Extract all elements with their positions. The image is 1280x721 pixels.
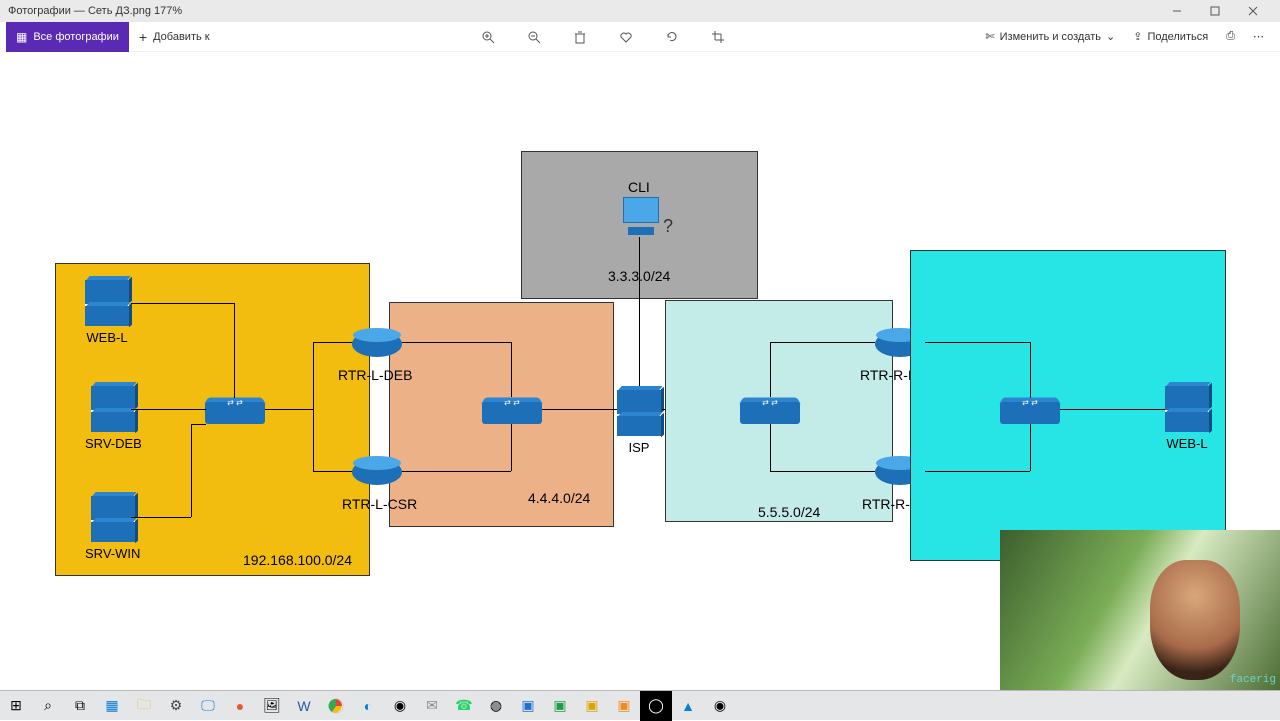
taskbar-edge-icon[interactable]: ◐ <box>352 691 384 721</box>
node-rtr-l-deb <box>352 327 402 357</box>
taskbar: ⊞ ⌕ ⧉ ▦ 🗀 ⚙ 🖵 ● 🖼 W ◐ ◉ ✉ ☎ ◍ ▣ ▣ ▣ ▣ ◯ … <box>0 690 1280 720</box>
crop-button[interactable] <box>709 28 727 46</box>
switch-left: ⇄ ⇄ <box>205 396 265 424</box>
zoom-out-button[interactable] <box>525 28 543 46</box>
add-to-label: Добавить к <box>153 31 209 43</box>
node-isp: ISP <box>617 386 661 455</box>
taskbar-app-icon[interactable]: ▣ <box>512 691 544 721</box>
taskbar-app-icon[interactable]: ▦ <box>96 691 128 721</box>
taskbar-obs-icon[interactable]: ◉ <box>704 691 736 721</box>
webcam-watermark: facerig <box>1230 674 1276 686</box>
print-button[interactable]: ⎙ <box>1226 30 1235 43</box>
taskbar-app-icon[interactable]: ✉ <box>416 691 448 721</box>
edit-create-label: Изменить и создать <box>1000 31 1101 43</box>
favorite-button[interactable] <box>617 28 635 46</box>
taskbar-app-icon[interactable]: 🖵 <box>192 691 224 721</box>
more-button[interactable]: ⋯ <box>1253 30 1264 43</box>
share-label: Поделиться <box>1147 31 1208 43</box>
taskbar-app-icon[interactable]: ▣ <box>544 691 576 721</box>
edit-create-button[interactable]: ✄ Изменить и создать ⌄ <box>985 30 1115 43</box>
window-minimize-button[interactable] <box>1158 0 1196 22</box>
switch-mid-left: ⇄ ⇄ <box>482 396 542 424</box>
taskbar-taskview-button[interactable]: ⧉ <box>64 691 96 721</box>
share-icon: ⇪ <box>1133 30 1142 43</box>
app-toolbar: ▦ Все фотографии + Добавить к ✄ Изменить… <box>0 22 1280 52</box>
node-cli-pc: ? <box>617 197 665 237</box>
window-maximize-button[interactable] <box>1196 0 1234 22</box>
node-srv-deb: SRV-DEB <box>85 382 142 451</box>
taskbar-explorer-icon[interactable]: 🗀 <box>128 691 160 721</box>
switch-mid-right: ⇄ ⇄ <box>740 396 800 424</box>
edit-icon: ✄ <box>985 30 994 43</box>
taskbar-app-icon[interactable]: ◯ <box>640 691 672 721</box>
window-title: Фотографии — Сеть ДЗ.png 177% <box>8 5 182 17</box>
add-to-button[interactable]: + Добавить к <box>129 22 220 52</box>
node-web-l-right: WEB-L <box>1165 382 1209 451</box>
rotate-button[interactable] <box>663 28 681 46</box>
taskbar-app-icon[interactable]: ▣ <box>608 691 640 721</box>
taskbar-chrome-icon[interactable] <box>320 691 352 721</box>
rtr-l-deb-label: RTR-L-DEB <box>338 367 412 383</box>
all-photos-label: Все фотографии <box>33 31 119 43</box>
mid-left-subnet: 4.4.4.0/24 <box>528 490 590 506</box>
printer-icon: ⎙ <box>1226 30 1235 43</box>
taskbar-app-icon[interactable]: ▣ <box>576 691 608 721</box>
taskbar-whatsapp-icon[interactable]: ☎ <box>448 691 480 721</box>
node-web-l-left: WEB-L <box>85 276 129 345</box>
taskbar-photos-icon[interactable]: ▲ <box>672 691 704 721</box>
share-button[interactable]: ⇪ Поделиться <box>1133 30 1208 43</box>
switch-right: ⇄ ⇄ <box>1000 396 1060 424</box>
chevron-down-icon: ⌄ <box>1106 30 1115 43</box>
node-srv-win: SRV-WIN <box>85 492 140 561</box>
taskbar-start-button[interactable]: ⊞ <box>0 691 32 721</box>
taskbar-search-button[interactable]: ⌕ <box>32 691 64 721</box>
taskbar-app-icon[interactable]: ⚙ <box>160 691 192 721</box>
taskbar-app-icon[interactable]: ◉ <box>384 691 416 721</box>
delete-button[interactable] <box>571 28 589 46</box>
gallery-icon: ▦ <box>16 30 27 44</box>
node-rtr-l-csr <box>352 455 402 485</box>
ellipsis-icon: ⋯ <box>1253 30 1264 43</box>
window-titlebar: Фотографии — Сеть ДЗ.png 177% <box>0 0 1280 22</box>
zoom-in-button[interactable] <box>479 28 497 46</box>
rtr-l-csr-label: RTR-L-CSR <box>342 496 417 512</box>
taskbar-app-icon[interactable]: 🖼 <box>256 691 288 721</box>
all-photos-button[interactable]: ▦ Все фотографии <box>6 22 129 52</box>
window-close-button[interactable] <box>1234 0 1272 22</box>
taskbar-word-icon[interactable]: W <box>288 691 320 721</box>
taskbar-firefox-icon[interactable]: ● <box>224 691 256 721</box>
cli-label: CLI <box>628 179 650 195</box>
taskbar-app-icon[interactable]: ◍ <box>480 691 512 721</box>
plus-icon: + <box>139 29 147 45</box>
webcam-overlay: facerig <box>1000 530 1280 690</box>
link-cli-isp <box>639 237 640 387</box>
mid-right-subnet: 5.5.5.0/24 <box>758 504 820 520</box>
left-subnet: 192.168.100.0/24 <box>243 552 352 568</box>
